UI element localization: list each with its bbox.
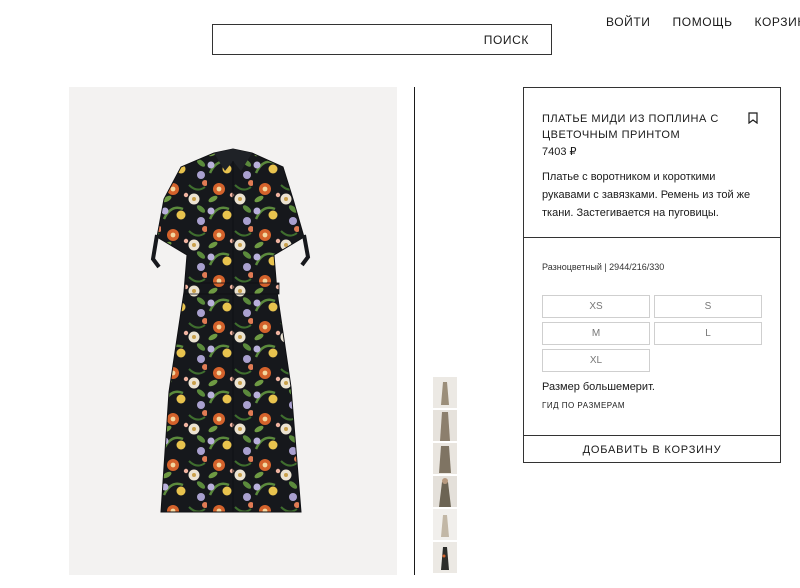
dress-image xyxy=(150,148,311,513)
fit-note: Размер большемерит. xyxy=(542,381,655,393)
size-option-s[interactable]: S xyxy=(654,295,762,318)
color-reference: Разноцветный | 2944/216/330 xyxy=(542,262,665,272)
size-option-xs[interactable]: XS xyxy=(542,295,650,318)
cart-link[interactable]: КОРЗИНА ( xyxy=(755,15,800,29)
size-option-l[interactable]: L xyxy=(654,322,762,345)
size-option-xl[interactable]: XL xyxy=(542,349,650,372)
product-options: Разноцветный | 2944/216/330 XS S M L XL … xyxy=(524,238,780,436)
help-link[interactable]: ПОМОЩЬ xyxy=(673,15,733,29)
login-link[interactable]: ВОЙТИ xyxy=(606,15,651,29)
product-description: Платье с воротником и короткими рукавами… xyxy=(542,171,751,219)
top-nav: ВОЙТИ ПОМОЩЬ КОРЗИНА ( xyxy=(606,15,800,29)
add-to-cart-button[interactable]: ДОБАВИТЬ В КОРЗИНУ xyxy=(524,436,780,463)
size-selector: XS S M L XL xyxy=(542,295,762,372)
thumbnail-6[interactable] xyxy=(433,542,457,573)
thumbnail-1[interactable] xyxy=(433,377,457,408)
product-header: ПЛАТЬЕ МИДИ ИЗ ПОПЛИНА С ЦВЕТОЧНЫМ ПРИНТ… xyxy=(524,88,780,238)
search-button[interactable]: ПОИСК xyxy=(484,33,529,47)
search-box[interactable]: ПОИСК xyxy=(212,24,552,55)
gallery-divider xyxy=(414,87,415,575)
product-main-image[interactable] xyxy=(69,87,397,575)
bookmark-icon[interactable] xyxy=(748,112,758,124)
thumbnail-5[interactable] xyxy=(433,509,457,540)
thumbnail-3[interactable] xyxy=(433,443,457,474)
size-guide-link[interactable]: ГИД ПО РАЗМЕРАМ xyxy=(542,401,762,410)
thumbnail-2[interactable] xyxy=(433,410,457,441)
product-info-panel: ПЛАТЬЕ МИДИ ИЗ ПОПЛИНА С ЦВЕТОЧНЫМ ПРИНТ… xyxy=(523,87,781,463)
thumbnail-4[interactable] xyxy=(433,476,457,507)
thumbnail-strip xyxy=(433,377,457,575)
size-option-m[interactable]: M xyxy=(542,322,650,345)
product-price: 7403 ₽ xyxy=(542,146,577,158)
product-title: ПЛАТЬЕ МИДИ ИЗ ПОПЛИНА С ЦВЕТОЧНЫМ ПРИНТ… xyxy=(542,113,719,141)
